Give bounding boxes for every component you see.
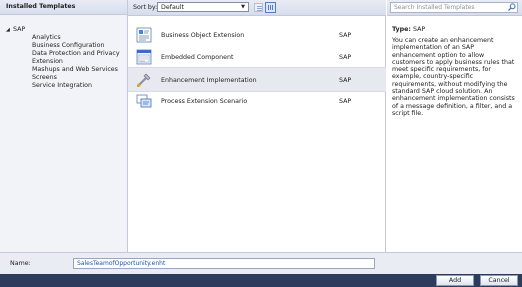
dropdown-arrow-icon: ▼	[241, 4, 245, 10]
template-row[interactable]: Process Extension Scenario SAP	[128, 89, 386, 114]
enhancement-implementation-icon	[137, 73, 151, 87]
template-type: SAP	[339, 32, 352, 39]
search-bar	[387, 0, 522, 16]
tree-node-extension[interactable]: Extension	[32, 58, 63, 66]
template-type: SAP	[339, 98, 352, 105]
type-value: SAP	[412, 26, 426, 33]
template-name: Process Extension Scenario	[161, 98, 248, 105]
template-details-panel: Type: SAP You can create an enhancement …	[387, 0, 522, 252]
tree-node-service-integration[interactable]: Service Integration	[32, 82, 92, 90]
list-view-icon[interactable]	[254, 3, 263, 12]
sort-toolbar: Sort by: Default ▼	[128, 0, 386, 16]
tree-expand-icon[interactable]: ◢	[6, 26, 10, 34]
name-input[interactable]	[73, 258, 375, 269]
process-extension-scenario-icon	[136, 94, 152, 108]
name-area: Name:	[0, 252, 522, 274]
tree-node-business-configuration[interactable]: Business Configuration	[32, 42, 104, 50]
type-label: Type:	[392, 26, 411, 33]
template-name: Embedded Component	[161, 54, 234, 61]
sort-by-label: Sort by:	[133, 4, 158, 11]
cancel-button[interactable]: Cancel	[480, 275, 518, 286]
installed-templates-header: Installed Templates	[0, 0, 127, 15]
search-icon[interactable]	[508, 3, 516, 11]
tree-node-mashups-and-web-services[interactable]: Mashups and Web Services	[32, 66, 118, 74]
template-type: SAP	[339, 54, 352, 61]
add-button[interactable]: Add	[436, 275, 474, 286]
sort-by-dropdown[interactable]: Default ▼	[157, 2, 249, 12]
installed-templates-panel: Installed Templates ◢ SAP Analytics Busi…	[0, 0, 128, 252]
template-list-panel: Sort by: Default ▼ Business Object Exten…	[128, 0, 386, 252]
template-name: Enhancement Implementation	[161, 77, 257, 84]
tree-node-sap[interactable]: SAP	[13, 26, 25, 34]
template-name: Business Object Extension	[161, 32, 245, 39]
template-type-line: Type: SAP	[392, 26, 425, 33]
tree-node-data-protection-and-privacy[interactable]: Data Protection and Privacy	[32, 50, 120, 58]
name-label: Name:	[10, 260, 31, 267]
tree-node-analytics[interactable]: Analytics	[32, 34, 61, 42]
dialog-button-bar: Add Cancel	[0, 274, 522, 287]
sort-by-value: Default	[161, 4, 185, 11]
search-input[interactable]	[390, 2, 518, 13]
template-type: SAP	[339, 77, 352, 84]
embedded-component-icon	[136, 49, 152, 65]
tree-node-screens[interactable]: Screens	[32, 74, 57, 82]
business-object-extension-icon	[136, 27, 152, 43]
template-description: You can create an enhancement implementa…	[392, 37, 515, 117]
grid-view-icon[interactable]	[265, 2, 276, 13]
